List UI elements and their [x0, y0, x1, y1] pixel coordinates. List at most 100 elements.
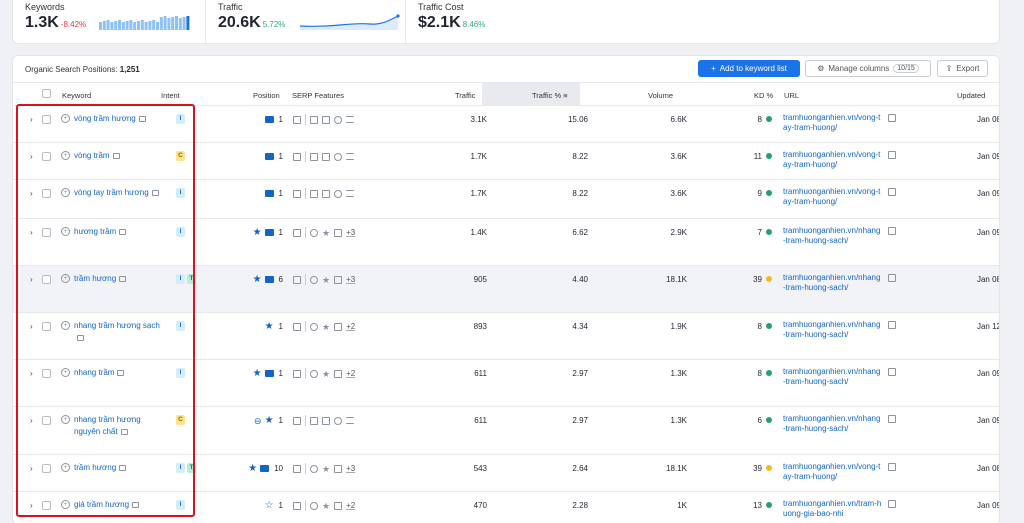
row-checkbox[interactable] [42, 189, 51, 198]
external-link-icon[interactable] [888, 151, 896, 159]
more-features-link[interactable]: +3 [346, 228, 355, 237]
external-link-icon[interactable] [888, 114, 896, 122]
url-link[interactable]: tramhuonganhien.vn/nhang-tram-huong-sach… [783, 320, 883, 340]
url-link[interactable]: tramhuonganhien.vn/vong-tay-tram-huong/ [783, 113, 883, 133]
add-keyword-icon[interactable]: + [61, 114, 70, 123]
row-checkbox[interactable] [42, 464, 51, 473]
more-features-link[interactable]: +2 [346, 369, 355, 378]
external-link-icon[interactable] [888, 415, 896, 423]
keyword-link[interactable]: giá trầm hương [61, 499, 161, 511]
serp-preview-icon[interactable] [77, 334, 84, 341]
metric-traffic-cost[interactable]: Traffic Cost $2.1K 8.46% [405, 0, 605, 44]
add-keyword-icon[interactable]: + [61, 274, 70, 283]
row-checkbox[interactable] [42, 416, 51, 425]
add-to-keyword-list-button[interactable]: + Add to keyword list [698, 60, 800, 77]
more-features-link[interactable]: +2 [346, 322, 355, 331]
col-position[interactable]: Position [253, 91, 280, 100]
external-link-icon[interactable] [888, 274, 896, 282]
expand-chevron-icon[interactable]: › [30, 275, 33, 284]
url-link[interactable]: tramhuonganhien.vn/nhang-tram-huong-sach… [783, 367, 883, 387]
serp-preview-icon[interactable] [119, 275, 127, 282]
keyword-link[interactable]: vòng tay trầm hương [61, 187, 161, 199]
keyword-text[interactable]: vòng tay trầm hương [74, 188, 149, 197]
url-link[interactable]: tramhuonganhien.vn/vong-tay-tram-huong/ [783, 150, 883, 170]
serp-preview-icon[interactable] [112, 152, 120, 159]
add-keyword-icon[interactable]: + [61, 151, 70, 160]
url-link[interactable]: tramhuonganhien.vn/nhang-tram-huong-sach… [783, 273, 883, 293]
add-keyword-icon[interactable]: + [61, 227, 70, 236]
keyword-link[interactable]: vòng trầm hương [61, 113, 161, 125]
serp-preview-icon[interactable] [117, 369, 125, 376]
col-intent[interactable]: Intent [161, 91, 180, 100]
more-features-link[interactable]: +2 [346, 501, 355, 510]
keyword-link[interactable]: vòng trầm [61, 150, 161, 162]
col-updated[interactable]: Updated [957, 91, 985, 100]
row-checkbox[interactable] [42, 369, 51, 378]
external-link-icon[interactable] [888, 321, 896, 329]
keyword-text[interactable]: nhang trầm [74, 368, 114, 377]
keyword-text[interactable]: vòng trầm [74, 151, 110, 160]
col-kd[interactable]: KD % [754, 91, 773, 100]
expand-chevron-icon[interactable]: › [30, 115, 33, 124]
row-checkbox[interactable] [42, 115, 51, 124]
add-keyword-icon[interactable]: + [61, 463, 70, 472]
expand-chevron-icon[interactable]: › [30, 189, 33, 198]
keyword-link[interactable]: trầm hương [61, 462, 161, 474]
url-link[interactable]: tramhuonganhien.vn/nhang-tram-huong-sach… [783, 226, 883, 246]
url-link[interactable]: tramhuonganhien.vn/vong-tay-tram-huong/ [783, 462, 883, 482]
row-checkbox[interactable] [42, 322, 51, 331]
expand-chevron-icon[interactable]: › [30, 501, 33, 510]
col-keyword[interactable]: Keyword [62, 91, 91, 100]
col-traffic[interactable]: Traffic [455, 91, 475, 100]
keyword-text[interactable]: hương trầm [74, 227, 116, 236]
more-features-link[interactable]: +3 [346, 464, 355, 473]
serp-preview-icon[interactable] [119, 464, 127, 471]
row-checkbox[interactable] [42, 275, 51, 284]
expand-chevron-icon[interactable]: › [30, 464, 33, 473]
keyword-text[interactable]: trầm hương [74, 274, 116, 283]
keyword-text[interactable]: vòng trầm hương [74, 114, 136, 123]
external-link-icon[interactable] [888, 227, 896, 235]
serp-preview-icon[interactable] [120, 428, 128, 435]
external-link-icon[interactable] [888, 188, 896, 196]
row-checkbox[interactable] [42, 152, 51, 161]
keyword-link[interactable]: nhang trầm hương nguyên chất [61, 414, 161, 438]
serp-preview-icon[interactable] [119, 228, 127, 235]
serp-preview-icon[interactable] [132, 501, 140, 508]
keyword-text[interactable]: nhang trầm hương sạch [74, 321, 160, 330]
expand-chevron-icon[interactable]: › [30, 322, 33, 331]
col-traffic-pct[interactable]: Traffic % ≡ [532, 91, 568, 100]
expand-chevron-icon[interactable]: › [30, 228, 33, 237]
row-checkbox[interactable] [42, 228, 51, 237]
add-keyword-icon[interactable]: + [61, 188, 70, 197]
external-link-icon[interactable] [888, 500, 896, 508]
export-button[interactable]: ⇪ Export [937, 60, 988, 77]
col-url[interactable]: URL [784, 91, 799, 100]
external-link-icon[interactable] [888, 368, 896, 376]
add-keyword-icon[interactable]: + [61, 415, 70, 424]
add-keyword-icon[interactable]: + [61, 368, 70, 377]
keyword-link[interactable]: hương trầm [61, 226, 161, 238]
keyword-text[interactable]: giá trầm hương [74, 500, 129, 509]
expand-chevron-icon[interactable]: › [30, 416, 33, 425]
metric-traffic[interactable]: Traffic 20.6K 5.72% [205, 0, 405, 44]
url-link[interactable]: tramhuonganhien.vn/vong-tay-tram-huong/ [783, 187, 883, 207]
expand-chevron-icon[interactable]: › [30, 152, 33, 161]
col-volume[interactable]: Volume [648, 91, 673, 100]
expand-chevron-icon[interactable]: › [30, 369, 33, 378]
keyword-link[interactable]: nhang trầm [61, 367, 161, 379]
add-keyword-icon[interactable]: + [61, 321, 70, 330]
keyword-text[interactable]: nhang trầm hương nguyên chất [74, 415, 141, 436]
more-features-link[interactable]: +3 [346, 275, 355, 284]
col-serp-features[interactable]: SERP Features [292, 91, 344, 100]
keyword-link[interactable]: nhang trầm hương sạch [61, 320, 161, 344]
serp-preview-icon[interactable] [151, 189, 159, 196]
url-link[interactable]: tramhuonganhien.vn/tram-huong-gia-bao-nh… [783, 499, 883, 519]
add-keyword-icon[interactable]: + [61, 500, 70, 509]
serp-preview-icon[interactable] [138, 115, 146, 122]
external-link-icon[interactable] [888, 463, 896, 471]
keyword-text[interactable]: trầm hương [74, 463, 116, 472]
url-link[interactable]: tramhuonganhien.vn/nhang-tram-huong-sach… [783, 414, 883, 434]
metric-keywords[interactable]: Keywords 1.3K -8.42% [13, 0, 205, 44]
row-checkbox[interactable] [42, 501, 51, 510]
